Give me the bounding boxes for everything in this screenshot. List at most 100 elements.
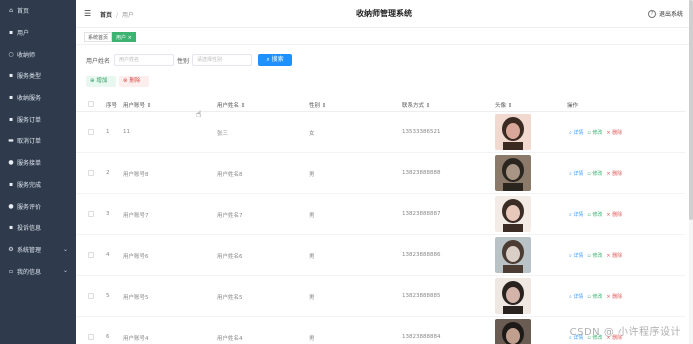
- row-checkbox[interactable]: [88, 293, 94, 299]
- sidebar-item-label: 收纳师: [17, 51, 36, 59]
- scrollbar[interactable]: [689, 0, 693, 344]
- row-delete-button[interactable]: × 删除: [606, 293, 622, 300]
- col-phone[interactable]: 联系方式 ⇕: [402, 101, 430, 109]
- edit-button[interactable]: ▫ 修改: [587, 211, 602, 218]
- row-checkbox[interactable]: [88, 170, 94, 176]
- row-checkbox[interactable]: [88, 252, 94, 258]
- grid-icon: ▫: [8, 267, 14, 275]
- breadcrumb-separator: /: [116, 12, 119, 19]
- delete-icon: ×: [606, 130, 611, 136]
- view-icon: ⌕: [569, 171, 572, 177]
- gender-select[interactable]: 请选择性别: [192, 54, 252, 66]
- view-label: 详情: [573, 253, 584, 259]
- scrollbar-thumb[interactable]: [689, 0, 693, 220]
- view-button[interactable]: ⌕ 详情: [569, 252, 583, 259]
- edit-button[interactable]: ▫ 修改: [587, 170, 602, 177]
- breadcrumb-home[interactable]: 首页: [100, 12, 112, 19]
- row-delete-label: 删除: [612, 212, 623, 218]
- table-row: 4 用户账号6 用户姓名6 男 13823888886 ⌕ 详情 ▫ 修改 × …: [76, 235, 685, 276]
- sidebar-item-my-info[interactable]: ▫ 我的信息 ⌄: [0, 260, 76, 282]
- sidebar-item-complaints[interactable]: ▪ 投诉信息: [0, 217, 76, 239]
- gender-label: 性别: [177, 58, 190, 65]
- sidebar-item-services[interactable]: ▪ 收纳服务: [0, 87, 76, 109]
- sidebar-item-system[interactable]: ⚙ 系统管理 ⌄: [0, 239, 76, 261]
- grid-icon: ▪: [8, 94, 14, 102]
- cell-account: 用户账号6: [123, 254, 149, 260]
- view-button[interactable]: ⌕ 详情: [569, 170, 583, 177]
- col-avatar[interactable]: 头像 ⇕: [495, 101, 512, 109]
- edit-label: 修改: [592, 171, 603, 177]
- sidebar-item-accept-orders[interactable]: ● 服务接单: [0, 152, 76, 174]
- cell-name: 用户姓名5: [217, 295, 243, 301]
- edit-icon: ▫: [587, 253, 591, 259]
- sidebar-item-label: 首页: [17, 8, 30, 16]
- row-delete-button[interactable]: × 删除: [606, 211, 622, 218]
- sidebar-item-reviews[interactable]: ● 服务评价: [0, 195, 76, 217]
- delete-button[interactable]: ⊗ 删除: [119, 76, 149, 87]
- row-checkbox[interactable]: [88, 129, 94, 135]
- select-all-checkbox[interactable]: [88, 101, 94, 107]
- delete-icon: ×: [606, 253, 611, 259]
- name-input[interactable]: 用户姓名: [114, 54, 174, 66]
- view-button[interactable]: ⌕ 详情: [569, 211, 583, 218]
- sidebar: ⌂ 首页 ▪ 用户 ○ 收纳师 ▪ 服务类型 ▪ 收纳服务 ▪ 服务订单 ▬ 取…: [0, 0, 76, 344]
- sidebar-item-service-types[interactable]: ▪ 服务类型: [0, 65, 76, 87]
- sidebar-item-label: 我的信息: [17, 268, 42, 276]
- delete-icon: ×: [606, 294, 611, 300]
- grid-icon: ▪: [8, 224, 14, 232]
- edit-button[interactable]: ▫ 修改: [587, 252, 602, 259]
- edit-button[interactable]: ▫ 修改: [587, 293, 602, 300]
- row-checkbox[interactable]: [88, 211, 94, 217]
- sidebar-item-users[interactable]: ▪ 用户: [0, 22, 76, 44]
- tag-home[interactable]: 系统首页: [84, 32, 113, 42]
- col-gender[interactable]: 性别 ⇕: [309, 101, 326, 109]
- sidebar-item-label: 用户: [17, 30, 30, 38]
- search-button-label: 搜索: [271, 56, 284, 63]
- row-delete-label: 删除: [612, 130, 623, 136]
- tag-users[interactable]: 用户 ×: [112, 32, 136, 42]
- tags-bar: 系统首页 用户 ×: [76, 29, 693, 45]
- row-delete-button[interactable]: × 删除: [606, 252, 622, 259]
- sidebar-item-completed[interactable]: ▪ 服务完成: [0, 174, 76, 196]
- search-icon: ⌕: [266, 56, 270, 63]
- sidebar-item-label: 服务评价: [17, 203, 42, 211]
- cell-name: 用户姓名7: [217, 213, 243, 219]
- view-label: 详情: [573, 130, 584, 136]
- col-account[interactable]: 用户账号 ⇕: [123, 101, 151, 109]
- avatar: [495, 114, 531, 150]
- cell-gender: 男: [309, 172, 315, 178]
- search-button[interactable]: ⌕ 搜索: [258, 54, 292, 66]
- avatar: [495, 196, 531, 232]
- sidebar-item-cancelled-orders[interactable]: ▬ 取消订单: [0, 130, 76, 152]
- sidebar-item-label: 服务接单: [17, 160, 42, 168]
- view-label: 详情: [573, 171, 584, 177]
- view-button[interactable]: ⌕ 详情: [569, 293, 583, 300]
- logout-button[interactable]: ? 退出系统: [647, 9, 683, 18]
- edit-button[interactable]: ▫ 修改: [587, 129, 602, 136]
- grid-icon: ▪: [8, 115, 14, 123]
- sidebar-item-organizers[interactable]: ○ 收纳师: [0, 43, 76, 65]
- view-button[interactable]: ⌕ 详情: [569, 129, 583, 136]
- cell-gender: 男: [309, 254, 315, 260]
- view-label: 详情: [573, 294, 584, 300]
- menu-fold-icon[interactable]: ☰: [84, 9, 91, 18]
- row-delete-button[interactable]: × 删除: [606, 129, 622, 136]
- add-button[interactable]: ⊕ 增加: [86, 76, 116, 87]
- cell-index: 5: [106, 293, 110, 299]
- watermark: CSDN @ 小许程序设计: [569, 327, 681, 338]
- avatar: [495, 278, 531, 314]
- cell-phone: 13823888886: [402, 252, 441, 258]
- cell-index: 4: [106, 252, 110, 258]
- sidebar-item-home[interactable]: ⌂ 首页: [0, 0, 76, 22]
- row-delete-button[interactable]: × 删除: [606, 170, 622, 177]
- delete-button-label: 删除: [129, 78, 141, 84]
- row-delete-label: 删除: [612, 171, 623, 177]
- row-checkbox[interactable]: [88, 334, 94, 340]
- cell-name: 用户姓名4: [217, 336, 243, 342]
- app-root: ⌂ 首页 ▪ 用户 ○ 收纳师 ▪ 服务类型 ▪ 收纳服务 ▪ 服务订单 ▬ 取…: [0, 0, 693, 344]
- sidebar-item-label: 收纳服务: [17, 95, 42, 103]
- sidebar-item-orders[interactable]: ▪ 服务订单: [0, 108, 76, 130]
- cell-index: 6: [106, 334, 110, 340]
- col-name[interactable]: 用户姓名 ⇕: [217, 101, 245, 109]
- delete-icon: ×: [606, 171, 611, 177]
